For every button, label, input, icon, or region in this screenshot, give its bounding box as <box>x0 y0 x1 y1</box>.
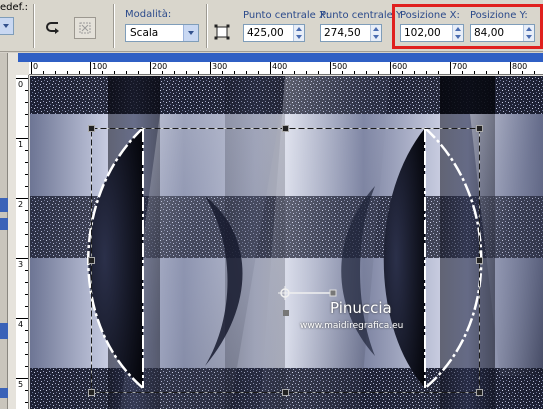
hruler-label-100: 100 <box>92 62 108 71</box>
left-panel-edge <box>0 53 8 409</box>
vruler-label-4: 4 <box>18 320 24 329</box>
hruler-label-500: 500 <box>332 62 348 71</box>
vertical-ruler: 0 1 2 3 4 5 <box>16 75 29 409</box>
rotation-pivot-icon[interactable] <box>278 286 338 316</box>
hruler-label-700: 700 <box>452 62 468 71</box>
center-y-label: Punto centrale Y <box>320 10 403 21</box>
image-canvas[interactable]: Pinuccia www.maidiregrafica.eu <box>30 76 543 409</box>
hruler-label-800: 800 <box>512 62 528 71</box>
position-highlight-box <box>392 4 543 49</box>
center-y-spinner[interactable] <box>370 25 381 41</box>
vruler-label-3: 3 <box>18 260 24 269</box>
preset-select[interactable] <box>0 17 14 35</box>
vruler-label-0: 0 <box>18 80 24 89</box>
mode-value: Scala <box>130 27 159 39</box>
reset-arrow-icon[interactable] <box>44 18 64 38</box>
vruler-label-5: 5 <box>18 380 24 389</box>
center-point-icon[interactable] <box>214 24 230 40</box>
center-x-field[interactable]: 425,00 <box>243 24 305 42</box>
handle-top-right[interactable] <box>476 125 483 132</box>
mode-label: Modalità: <box>125 9 172 20</box>
tool-options-bar: edef.: Modalità: Scala Punto centrale X:… <box>0 0 543 52</box>
mode-select[interactable]: Scala <box>125 24 199 42</box>
hruler-label-600: 600 <box>392 62 408 71</box>
handle-top-left[interactable] <box>88 125 95 132</box>
center-x-value: 425,00 <box>247 27 284 39</box>
center-y-value: 274,50 <box>324 27 361 39</box>
vruler-label-2: 2 <box>18 200 24 209</box>
horizontal-ruler: 0 100 200 300 400 500 600 700 800 <box>29 62 543 75</box>
apply-transform-icon[interactable] <box>74 17 96 39</box>
center-y-field[interactable]: 274,50 <box>320 24 382 42</box>
handle-left[interactable] <box>88 257 95 264</box>
handle-bottom-left[interactable] <box>88 389 95 396</box>
hruler-label-400: 400 <box>272 62 288 71</box>
vruler-label-1: 1 <box>18 140 24 149</box>
center-x-label: Punto centrale X: <box>243 10 330 21</box>
handle-right[interactable] <box>476 257 483 264</box>
handle-bottom[interactable] <box>282 389 289 396</box>
document-titlebar[interactable] <box>18 53 543 62</box>
preset-label: edef.: <box>0 2 28 13</box>
handle-bottom-right[interactable] <box>476 389 483 396</box>
center-x-spinner[interactable] <box>293 25 304 41</box>
hruler-label-0: 0 <box>33 62 39 71</box>
document-window: 0 100 200 300 400 500 600 700 800 0 1 2 … <box>8 53 543 409</box>
hruler-label-300: 300 <box>212 62 228 71</box>
hruler-label-200: 200 <box>152 62 168 71</box>
handle-top[interactable] <box>282 125 289 132</box>
